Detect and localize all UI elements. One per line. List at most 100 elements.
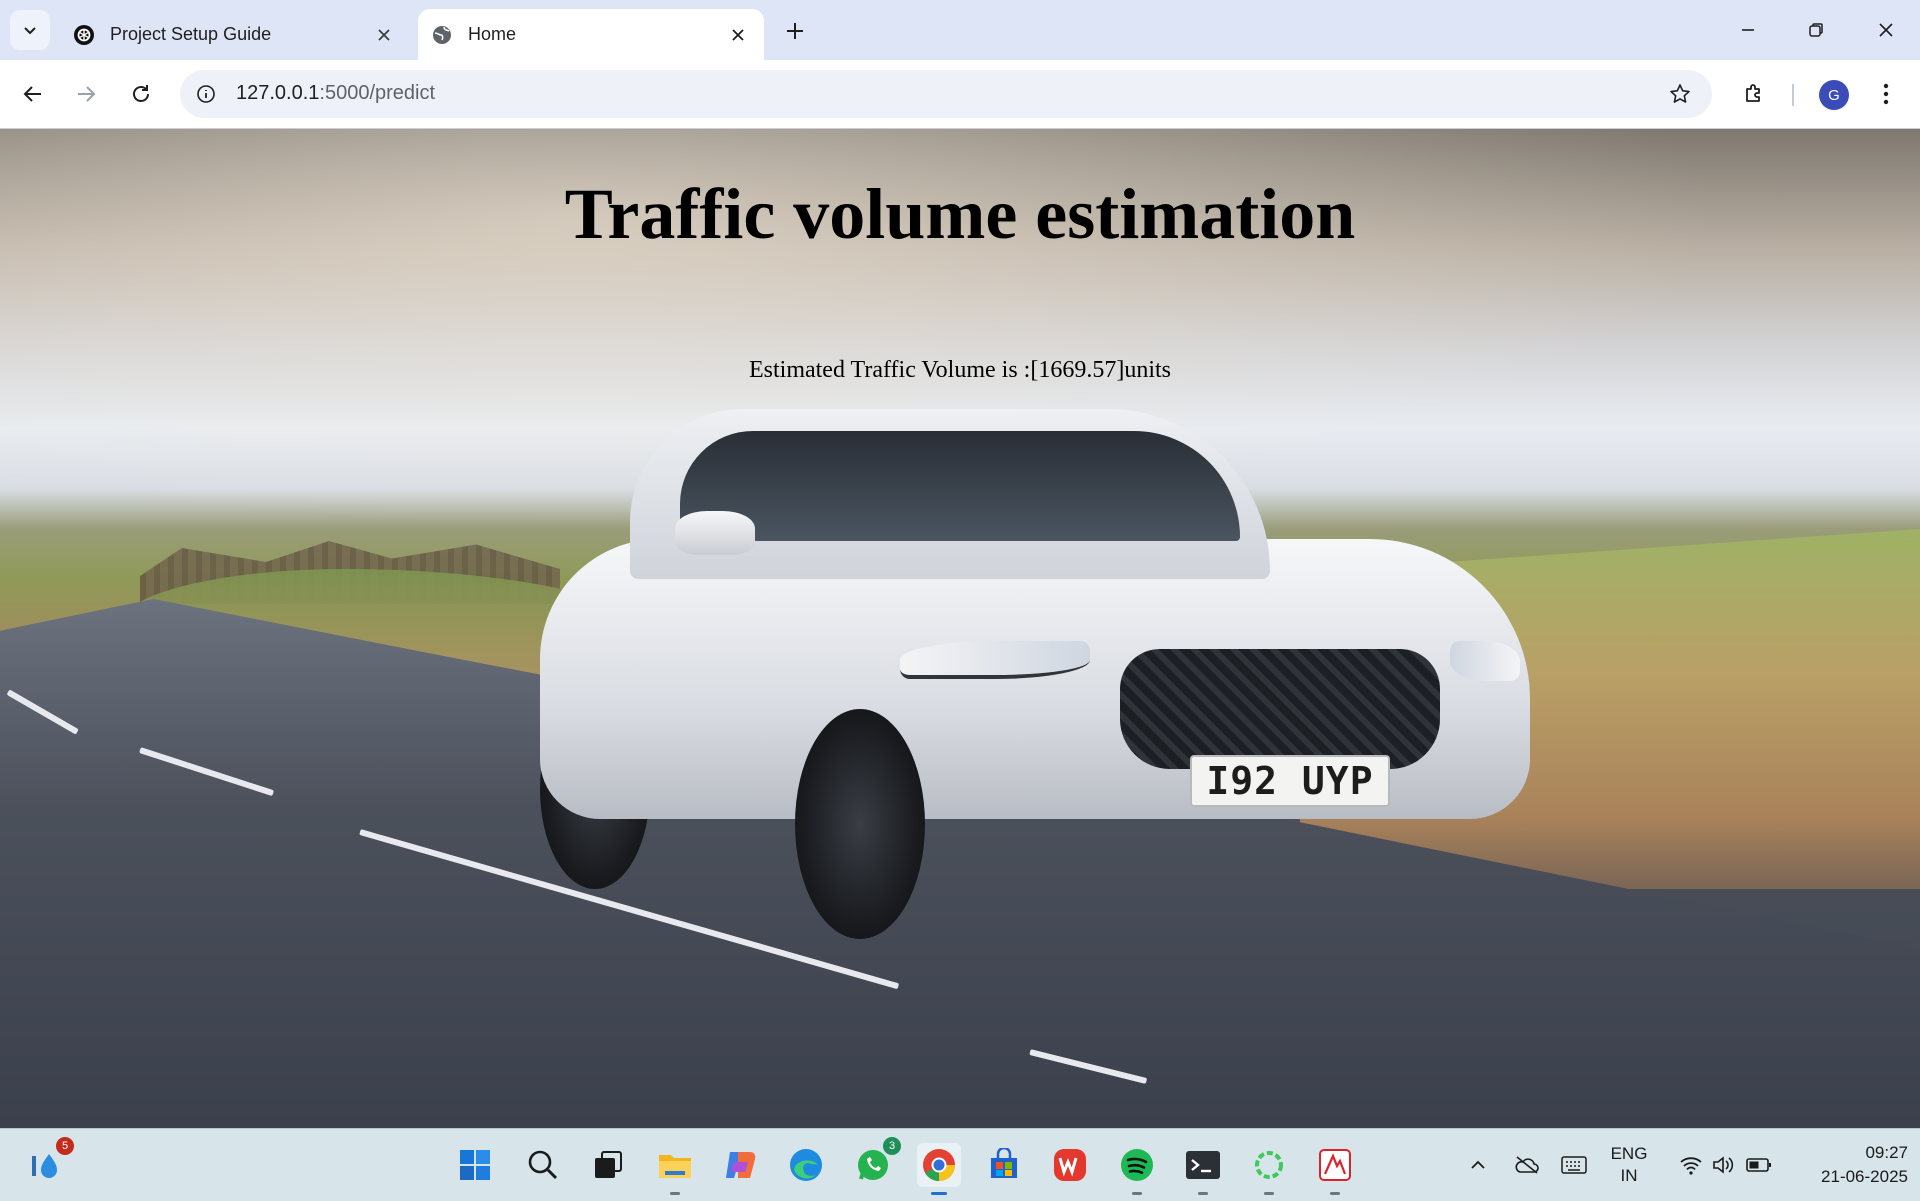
tab-search-button[interactable] <box>10 10 50 50</box>
copilot-icon <box>726 1152 756 1178</box>
running-indicator <box>1132 1192 1142 1195</box>
url-host: 127.0.0.1 <box>236 82 320 104</box>
page-title: Traffic volume estimation <box>564 174 1356 254</box>
show-hidden-icons-button[interactable] <box>1463 1129 1493 1201</box>
close-tab-icon[interactable] <box>370 21 398 49</box>
running-indicator <box>670 1192 680 1195</box>
chevron-down-icon <box>24 27 36 35</box>
terminal-button[interactable] <box>1181 1143 1225 1195</box>
file-explorer-button[interactable] <box>653 1143 697 1195</box>
globe-icon <box>430 23 454 47</box>
running-indicator <box>1198 1192 1208 1195</box>
search-icon <box>528 1150 558 1180</box>
terminal-icon <box>1186 1151 1220 1179</box>
microsoft-store-button[interactable] <box>982 1143 1026 1187</box>
spotify-button[interactable] <box>1115 1143 1159 1195</box>
system-clock[interactable]: 09:27 21-06-2025 <box>1780 1141 1908 1189</box>
forward-button[interactable] <box>66 74 106 114</box>
toolbar-divider <box>1792 84 1794 106</box>
weather-widget-icon <box>32 1154 57 1178</box>
running-indicator <box>1330 1192 1340 1195</box>
plus-icon <box>787 23 803 39</box>
store-icon <box>991 1148 1017 1178</box>
green-ring-app-button[interactable] <box>1247 1143 1291 1195</box>
red-tool-icon <box>1319 1149 1351 1181</box>
restore-icon <box>1809 23 1823 37</box>
volume-tray-button[interactable] <box>1706 1129 1740 1201</box>
folder-icon <box>659 1155 691 1178</box>
reload-button[interactable] <box>121 74 161 114</box>
arrow-left-icon <box>23 86 41 102</box>
task-view-icon <box>595 1151 622 1178</box>
wifi-tray-button[interactable] <box>1674 1129 1708 1201</box>
puzzle-icon <box>1746 84 1760 102</box>
wifi-icon <box>1680 1157 1702 1175</box>
close-icon <box>1879 23 1893 37</box>
tab-project-setup-guide[interactable]: Project Setup Guide <box>60 9 410 60</box>
start-button[interactable] <box>453 1143 497 1187</box>
notification-badge: 3 <box>883 1137 901 1155</box>
arrow-right-icon <box>78 86 96 102</box>
tab-strip: Project Setup Guide Home <box>0 0 1920 60</box>
browser-toolbar: 127.0.0.1:5000/predict <box>0 60 1920 129</box>
red-tool-app-button[interactable] <box>1313 1143 1357 1195</box>
search-button[interactable] <box>521 1143 565 1187</box>
edge-button[interactable] <box>784 1143 828 1187</box>
touch-keyboard-button[interactable] <box>1557 1129 1591 1201</box>
whatsapp-button[interactable]: 3 <box>851 1137 901 1187</box>
chrome-icon <box>923 1149 955 1181</box>
taskbar: 5 3 ENG IN 09:27 21-06-2025 <box>0 1128 1920 1201</box>
running-indicator <box>1264 1192 1274 1195</box>
license-plate: I92 UYP <box>1190 755 1390 807</box>
close-tab-icon[interactable] <box>724 21 752 49</box>
address-bar[interactable]: 127.0.0.1:5000/predict <box>180 70 1712 118</box>
close-window-button[interactable] <box>1858 10 1914 50</box>
volume-icon <box>1713 1156 1734 1174</box>
openai-logo-icon <box>72 23 96 47</box>
battery-tray-button[interactable] <box>1742 1129 1776 1201</box>
back-button[interactable] <box>13 74 53 114</box>
site-info-icon[interactable] <box>192 80 220 108</box>
car-image: I92 UYP <box>540 409 1530 939</box>
page-content: I92 UYP Traffic volume estimation Estima… <box>0 129 1920 1128</box>
onedrive-tray-button[interactable] <box>1510 1129 1544 1201</box>
running-indicator <box>931 1192 947 1195</box>
minimize-button[interactable] <box>1720 10 1776 50</box>
language-code: ENG <box>1610 1144 1648 1163</box>
url-text[interactable]: 127.0.0.1:5000/predict <box>236 82 435 105</box>
clock-time: 09:27 <box>1865 1143 1908 1162</box>
new-tab-button[interactable] <box>780 16 810 46</box>
copilot-button[interactable] <box>718 1143 762 1187</box>
wps-office-button[interactable] <box>1048 1143 1092 1187</box>
tab-title: Project Setup Guide <box>110 24 272 44</box>
bookmark-star-icon[interactable] <box>1666 80 1694 108</box>
chevron-up-icon <box>1471 1160 1485 1169</box>
more-vertical-icon <box>1883 83 1889 105</box>
profile-avatar[interactable]: G <box>1819 80 1849 110</box>
input-language-indicator[interactable]: ENG IN <box>1604 1143 1654 1187</box>
battery-icon <box>1746 1158 1771 1172</box>
background-image: I92 UYP <box>0 129 1920 1128</box>
spotify-icon <box>1121 1149 1153 1181</box>
wps-office-icon <box>1054 1149 1086 1181</box>
region-code: IN <box>1620 1166 1638 1185</box>
chrome-button[interactable] <box>917 1143 961 1195</box>
loading-ring-icon <box>1255 1151 1283 1179</box>
tab-title: Home <box>468 24 517 44</box>
restore-button[interactable] <box>1788 10 1844 50</box>
extensions-button[interactable] <box>1734 74 1774 114</box>
cloud-offline-icon <box>1515 1156 1539 1174</box>
keyboard-icon <box>1561 1156 1587 1174</box>
widgets-button[interactable]: 5 <box>24 1137 74 1187</box>
task-view-button[interactable] <box>586 1143 630 1187</box>
windows-logo-icon <box>460 1150 490 1180</box>
tab-home[interactable]: Home <box>418 9 764 60</box>
reload-icon <box>133 85 149 102</box>
minimize-icon <box>1742 29 1754 31</box>
clock-date: 21-06-2025 <box>1821 1167 1908 1186</box>
notification-badge: 5 <box>56 1137 74 1155</box>
browser-menu-button[interactable] <box>1866 74 1906 114</box>
prediction-result: Estimated Traffic Volume is :[1669.57]un… <box>748 357 1171 383</box>
url-path: :5000/predict <box>319 82 436 104</box>
edge-icon <box>790 1149 822 1181</box>
